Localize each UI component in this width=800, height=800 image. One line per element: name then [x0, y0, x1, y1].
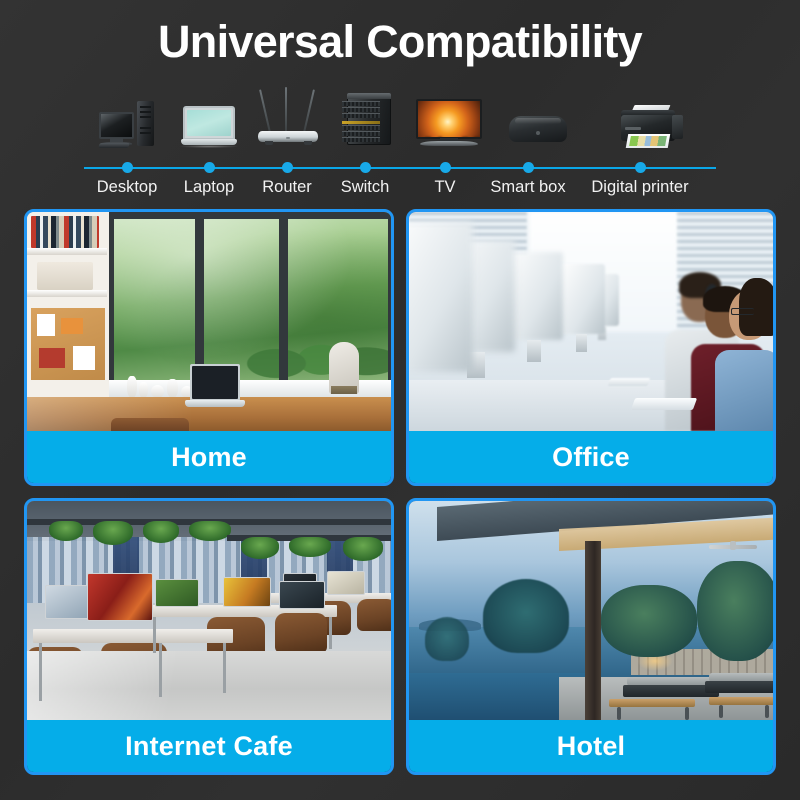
compatibility-strip: Desktop Laptop Router Switch TV Smart bo…: [84, 86, 716, 196]
compatibility-timeline: [84, 162, 716, 174]
timeline-dot-router: [281, 162, 293, 173]
network-switch-icon: [339, 90, 399, 148]
device-switch: [329, 86, 409, 148]
scenario-caption-home: Home: [27, 431, 391, 483]
device-label-laptop: Laptop: [183, 178, 235, 196]
device-digital-printer: [587, 86, 716, 148]
scenario-card-hotel[interactable]: Hotel: [406, 498, 776, 775]
product-infographic: Universal Compatibility Desktop Laptop R…: [0, 0, 800, 800]
wifi-router-icon: [258, 87, 320, 148]
timeline-dot-laptop: [203, 162, 215, 173]
scenario-card-home[interactable]: Home: [24, 209, 394, 486]
device-tv: [409, 86, 489, 148]
device-laptop: [170, 86, 249, 148]
scenario-photo-internet-cafe: [27, 501, 391, 720]
device-label-desktop: Desktop: [96, 178, 158, 196]
timeline-dot-tv: [439, 162, 451, 173]
timeline-dot-desktop: [121, 162, 133, 173]
scenario-photo-hotel: [409, 501, 773, 720]
device-label-router: Router: [262, 178, 312, 196]
printer-icon: [619, 100, 685, 148]
device-smart-box: [489, 86, 587, 148]
timeline-dot-switch: [359, 162, 371, 173]
scenario-card-internet-cafe[interactable]: Internet Cafe: [24, 498, 394, 775]
scenario-caption-office: Office: [409, 431, 773, 483]
page-title: Universal Compatibility: [157, 16, 643, 67]
timeline-line: [84, 167, 716, 169]
scenario-photo-home: [27, 212, 391, 431]
device-label-smart-box: Smart box: [490, 178, 566, 196]
device-label-row: Desktop Laptop Router Switch TV Smart bo…: [84, 178, 716, 202]
device-desktop: [84, 86, 170, 148]
device-router: [249, 86, 329, 148]
timeline-dot-digital-printer: [634, 162, 646, 173]
desktop-computer-icon: [97, 96, 156, 148]
scenario-grid: Home Office Internet Cafe Hotel: [24, 209, 776, 779]
device-label-digital-printer: Digital printer: [591, 178, 689, 196]
device-label-tv: TV: [434, 178, 456, 196]
scenario-caption-hotel: Hotel: [409, 720, 773, 772]
scenario-photo-office: [409, 212, 773, 431]
device-icon-row: [84, 86, 716, 148]
scenario-card-office[interactable]: Office: [406, 209, 776, 486]
timeline-dot-smart-box: [522, 162, 534, 173]
device-label-switch: Switch: [340, 178, 390, 196]
laptop-icon: [178, 102, 239, 148]
scenario-caption-internet-cafe: Internet Cafe: [27, 720, 391, 772]
smart-tv-box-icon: [509, 112, 567, 148]
television-icon: [416, 94, 482, 148]
